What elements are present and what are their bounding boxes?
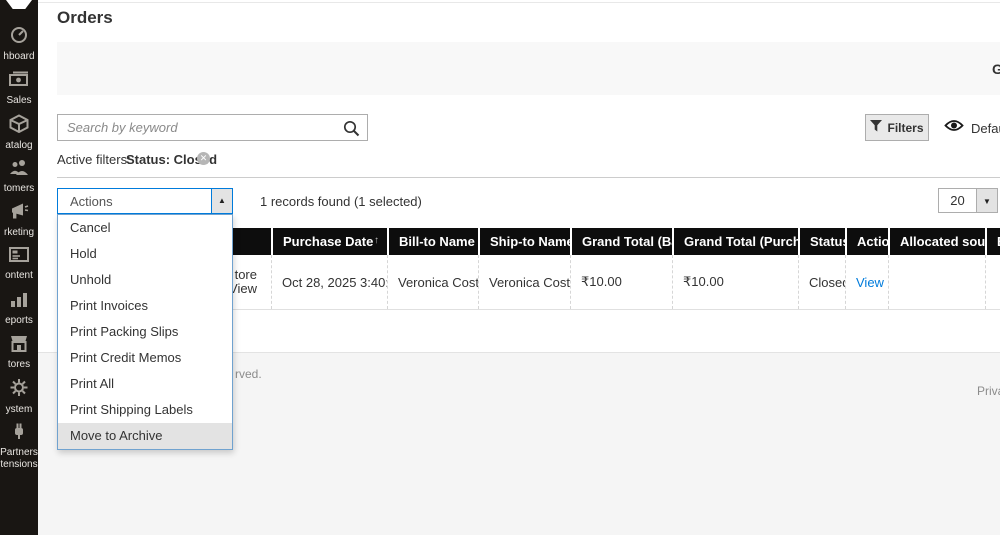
cell-grand-total-purchased: ₹10.00 [672,255,798,309]
chevron-up-icon: ▲ [211,189,232,213]
sidebar-item-label: ontent [5,270,33,281]
sidebar-item-partners-extensions[interactable]: Partners tensions [0,418,38,474]
filters-button[interactable]: Filters [865,114,929,141]
actions-select-label: Actions [70,194,113,209]
system-icon [9,378,29,402]
go-to-archive-button[interactable]: Go t [992,61,1000,77]
column-header-grand-total-base[interactable]: Grand Total (Base) [570,228,672,255]
admin-sidebar: hboard Sales atalog tomers rketing onten… [0,0,38,535]
menu-item-print-credit-memos[interactable]: Print Credit Memos [58,345,232,371]
header-divider [38,2,1000,3]
per-page-select[interactable]: 20 ▼ [938,188,998,213]
column-header-clipped[interactable]: B [985,228,1000,255]
sidebar-item-label: ystem [5,404,33,415]
sidebar-item-label: eports [5,315,33,326]
content-icon [8,246,30,268]
sidebar-item-label: tores [7,359,31,370]
privacy-link[interactable]: Priva [977,384,1000,398]
customers-icon [8,158,30,181]
cell-bill-to: Veronica Costello [387,255,478,309]
sidebar-item-label: atalog [5,140,33,151]
view-control-label: Defaul [971,120,1000,136]
column-header-status[interactable]: Status [798,228,845,255]
sales-icon [8,70,30,93]
active-filters-label: Active filters: [57,152,131,167]
sidebar-item-label: hboard [3,51,35,62]
menu-item-cancel[interactable]: Cancel [58,215,232,241]
cell-action: View [845,255,888,309]
sidebar-item-label: rketing [3,227,34,238]
marketing-icon [9,202,29,225]
column-header-action[interactable]: Action [845,228,888,255]
menu-item-print-invoices[interactable]: Print Invoices [58,293,232,319]
sidebar-item-catalog[interactable]: atalog [0,110,38,154]
column-header-purchase-date[interactable]: Purchase Date ↑ [271,228,387,255]
stores-icon [9,334,29,357]
menu-item-move-to-archive[interactable]: Move to Archive [58,423,232,449]
records-count: 1 records found (1 selected) [260,194,422,209]
column-header-allocated-sources[interactable]: Allocated sources [888,228,985,255]
dashboard-icon [9,26,29,49]
search-input[interactable] [58,115,367,140]
reports-icon [9,290,29,313]
sidebar-item-sales[interactable]: Sales [0,66,38,110]
sidebar-item-dashboard[interactable]: hboard [0,22,38,66]
cell-grand-total-base: ₹10.00 [570,255,672,309]
column-header-label: Purchase Date [283,234,374,249]
cell-purchase-date: Oct 28, 2025 3:40:30 AM [271,255,387,309]
menu-item-unhold[interactable]: Unhold [58,267,232,293]
eye-icon [944,118,964,138]
purchase-point-line: tore [234,267,257,282]
catalog-icon [9,114,29,138]
sidebar-item-stores[interactable]: tores [0,330,38,374]
cell-clipped [985,255,1000,309]
sidebar-item-label: Partners [0,447,38,458]
menu-item-print-shipping-labels[interactable]: Print Shipping Labels [58,397,232,423]
menu-item-print-all[interactable]: Print All [58,371,232,397]
remove-filter-icon[interactable]: ✕ [197,152,210,165]
view-order-link[interactable]: View [856,275,884,290]
keyword-search [57,114,368,141]
sort-ascending-icon: ↑ [374,235,379,246]
cell-ship-to: Veronica Costello [478,255,570,309]
sidebar-item-label: tomers [3,183,35,194]
chevron-down-icon: ▼ [977,188,998,213]
page-actions-bar: Go t [57,42,1000,95]
cell-allocated-sources [888,255,985,309]
column-header-grand-total-purchased[interactable]: Grand Total (Purchased) [672,228,798,255]
actions-select[interactable]: Actions ▲ [57,188,233,214]
menu-item-print-packing-slips[interactable]: Print Packing Slips [58,319,232,345]
column-header-ship-to[interactable]: Ship-to Name [478,228,570,255]
cell-status: Closed [798,255,845,309]
sidebar-item-label: Sales [6,95,32,106]
sidebar-item-reports[interactable]: eports [0,286,38,330]
actions-dropdown-menu: Cancel Hold Unhold Print Invoices Print … [57,214,233,450]
magento-logo-icon[interactable] [6,0,32,9]
sidebar-item-content[interactable]: ontent [0,242,38,286]
page-title: Orders [57,8,113,27]
search-icon[interactable] [343,120,360,142]
partners-extensions-icon [9,422,29,445]
funnel-icon [870,120,883,135]
sidebar-item-marketing[interactable]: rketing [0,198,38,242]
copyright-text: rved. [235,367,262,381]
per-page-value: 20 [938,188,977,213]
sidebar-item-label: tensions [0,459,38,470]
section-divider [57,177,1000,178]
filters-button-label: Filters [887,120,924,135]
sidebar-item-system[interactable]: ystem [0,374,38,418]
view-control[interactable]: Defaul [944,118,1000,138]
column-header-bill-to[interactable]: Bill-to Name [387,228,478,255]
sidebar-item-customers[interactable]: tomers [0,154,38,198]
menu-item-hold[interactable]: Hold [58,241,232,267]
main-content: Orders Go t Filters Defaul Active filter… [38,0,1000,535]
purchase-point-line: View [229,281,257,296]
